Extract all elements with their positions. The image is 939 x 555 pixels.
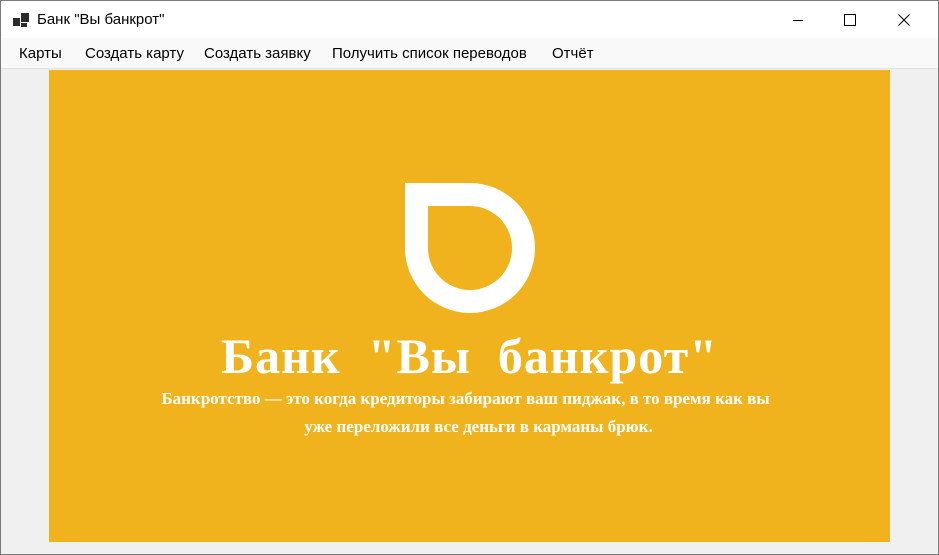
bank-banner: Банк "Вы банкрот" Банкротство — это когд… bbox=[49, 70, 890, 542]
menu-bar: Карты Создать карту Создать заявку Получ… bbox=[1, 38, 938, 69]
bank-name-title: Банк "Вы банкрот" bbox=[221, 328, 718, 384]
menu-item-transfers-list[interactable]: Получить список переводов bbox=[332, 45, 527, 62]
window-title: Банк "Вы банкрот" bbox=[37, 11, 165, 28]
maximize-button[interactable] bbox=[827, 1, 873, 38]
minimize-icon bbox=[793, 19, 803, 21]
drop-d-logo-icon bbox=[405, 183, 535, 313]
tagline-line-1: Банкротство — это когда кредиторы забира… bbox=[161, 389, 770, 408]
tagline-line-2: уже переложили все деньги в карманы брюк… bbox=[304, 417, 653, 436]
maximize-icon bbox=[844, 13, 856, 26]
app-icon[interactable] bbox=[13, 12, 29, 28]
menu-item-create-card[interactable]: Создать карту bbox=[85, 45, 184, 62]
title-bar[interactable]: Банк "Вы банкрот" bbox=[1, 1, 938, 38]
app-window: Банк "Вы банкрот" Карты Создать карту Со… bbox=[0, 0, 939, 555]
menu-item-report[interactable]: Отчёт bbox=[552, 45, 594, 62]
close-icon bbox=[898, 13, 910, 26]
menu-item-create-request[interactable]: Создать заявку bbox=[204, 45, 311, 62]
minimize-button[interactable] bbox=[775, 1, 821, 38]
close-button[interactable] bbox=[881, 1, 927, 38]
menu-item-cards[interactable]: Карты bbox=[19, 45, 62, 62]
